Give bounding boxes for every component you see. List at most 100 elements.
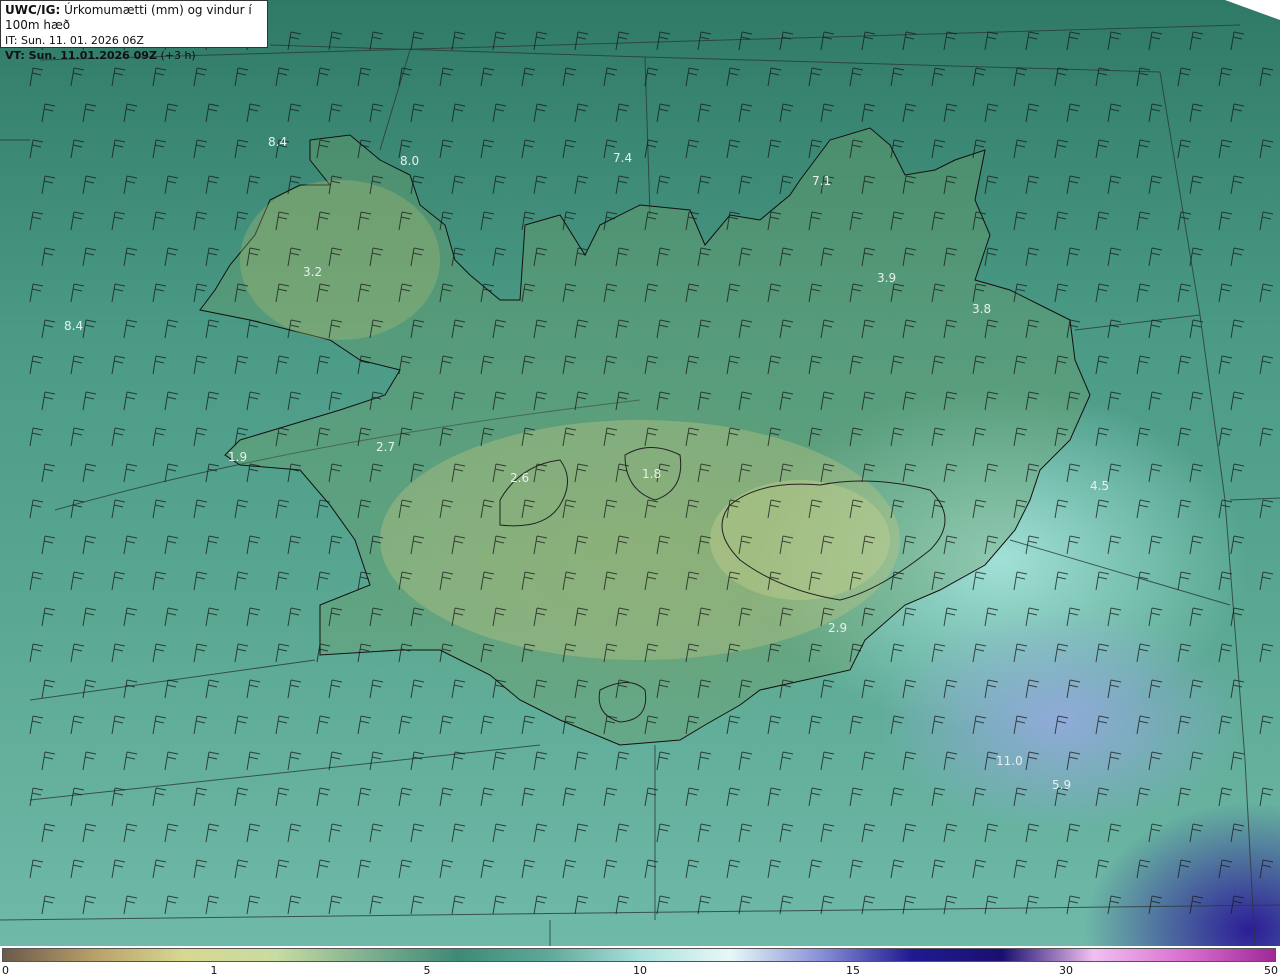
wind-barb [1230,175,1245,195]
wind-barb [398,67,413,87]
wind-barb [984,823,999,843]
wind-barb [193,283,208,303]
wind-barb [234,787,249,807]
wind-barb [480,211,495,231]
value-label: 2.7 [376,440,395,454]
wind-barb [1218,427,1233,447]
wind-barb [738,751,753,771]
wind-barb [1218,139,1233,159]
wind-barb [29,499,44,519]
wind-barb [533,751,548,771]
wind-barb [29,787,44,807]
value-label: 2.9 [828,621,847,635]
wind-barb [861,895,876,915]
wind-barb [152,571,167,591]
wind-barb [70,67,85,87]
wind-barb [615,823,630,843]
wind-barb [29,283,44,303]
wind-barb [275,499,290,519]
wind-barb [849,715,864,735]
wind-barb [123,679,138,699]
wind-barb [1025,895,1040,915]
wind-barb [70,355,85,375]
wind-barb [644,787,659,807]
wind-barb [1230,247,1245,267]
wind-barb [1095,643,1110,663]
wind-barb [1259,427,1274,447]
wind-barb [246,175,261,195]
wind-barb [123,535,138,555]
wind-barb [111,355,126,375]
wind-barb [111,643,126,663]
colorbar-tick: 10 [633,964,647,977]
wind-barb [1177,643,1192,663]
wind-barb [70,283,85,303]
wind-barb [931,859,946,879]
wind-barb [1013,571,1028,591]
wind-barb [1136,427,1151,447]
forecast-map[interactable]: 8.4 8.0 7.4 7.1 3.2 3.9 3.8 8.4 1.9 2.7 … [0,0,1280,946]
wind-barb [972,787,987,807]
wind-barb [357,715,372,735]
wind-barb [1230,679,1245,699]
wind-barb [1259,859,1274,879]
wind-barb [562,859,577,879]
wind-barb [726,859,741,879]
wind-barb [808,859,823,879]
wind-barb [152,859,167,879]
wind-barb [656,751,671,771]
wind-barb [984,607,999,627]
wind-barb [205,535,220,555]
wind-barb [574,103,589,123]
wind-barb [123,247,138,267]
wind-barb [369,895,384,915]
colorbar-tick: 5 [423,964,431,977]
wind-barb [246,679,261,699]
wind-barb [1013,67,1028,87]
wind-barb [29,211,44,231]
wind-barb [70,787,85,807]
wind-barb [1095,499,1110,519]
wind-barb [492,751,507,771]
wind-barb [697,103,712,123]
wind-barb [1095,211,1110,231]
wind-barb [1025,31,1040,51]
wind-barb [1259,211,1274,231]
wind-barb [1066,607,1081,627]
wind-barb [767,859,782,879]
wind-barb [1136,67,1151,87]
wind-barb [70,427,85,447]
wind-barb [984,103,999,123]
wind-barb [123,103,138,123]
wind-barb [123,751,138,771]
colorbar-gradient [2,948,1276,962]
wind-barb [972,571,987,591]
wind-barb [1189,175,1204,195]
wind-barb [615,31,630,51]
wind-barb [1189,391,1204,411]
wind-barb [738,175,753,195]
wind-barb [152,211,167,231]
wind-barb [984,247,999,267]
wind-barb [685,787,700,807]
wind-barb [70,139,85,159]
wind-barb [779,103,794,123]
wind-barb [1148,679,1163,699]
wind-barb [164,535,179,555]
wind-barb [820,679,835,699]
wind-barb [615,175,630,195]
wind-barb [111,427,126,447]
westfjords-shading [240,180,440,340]
wind-barb [193,355,208,375]
wind-barb [1177,139,1192,159]
wind-barb [1054,283,1069,303]
wind-barb [1054,67,1069,87]
wind-barb [861,31,876,51]
wind-barb [603,787,618,807]
model-name: UWC/IG: [5,3,61,17]
wind-barb [820,823,835,843]
wind-barb [1054,499,1069,519]
wind-barb [70,643,85,663]
wind-barb [328,679,343,699]
wind-barb [123,319,138,339]
